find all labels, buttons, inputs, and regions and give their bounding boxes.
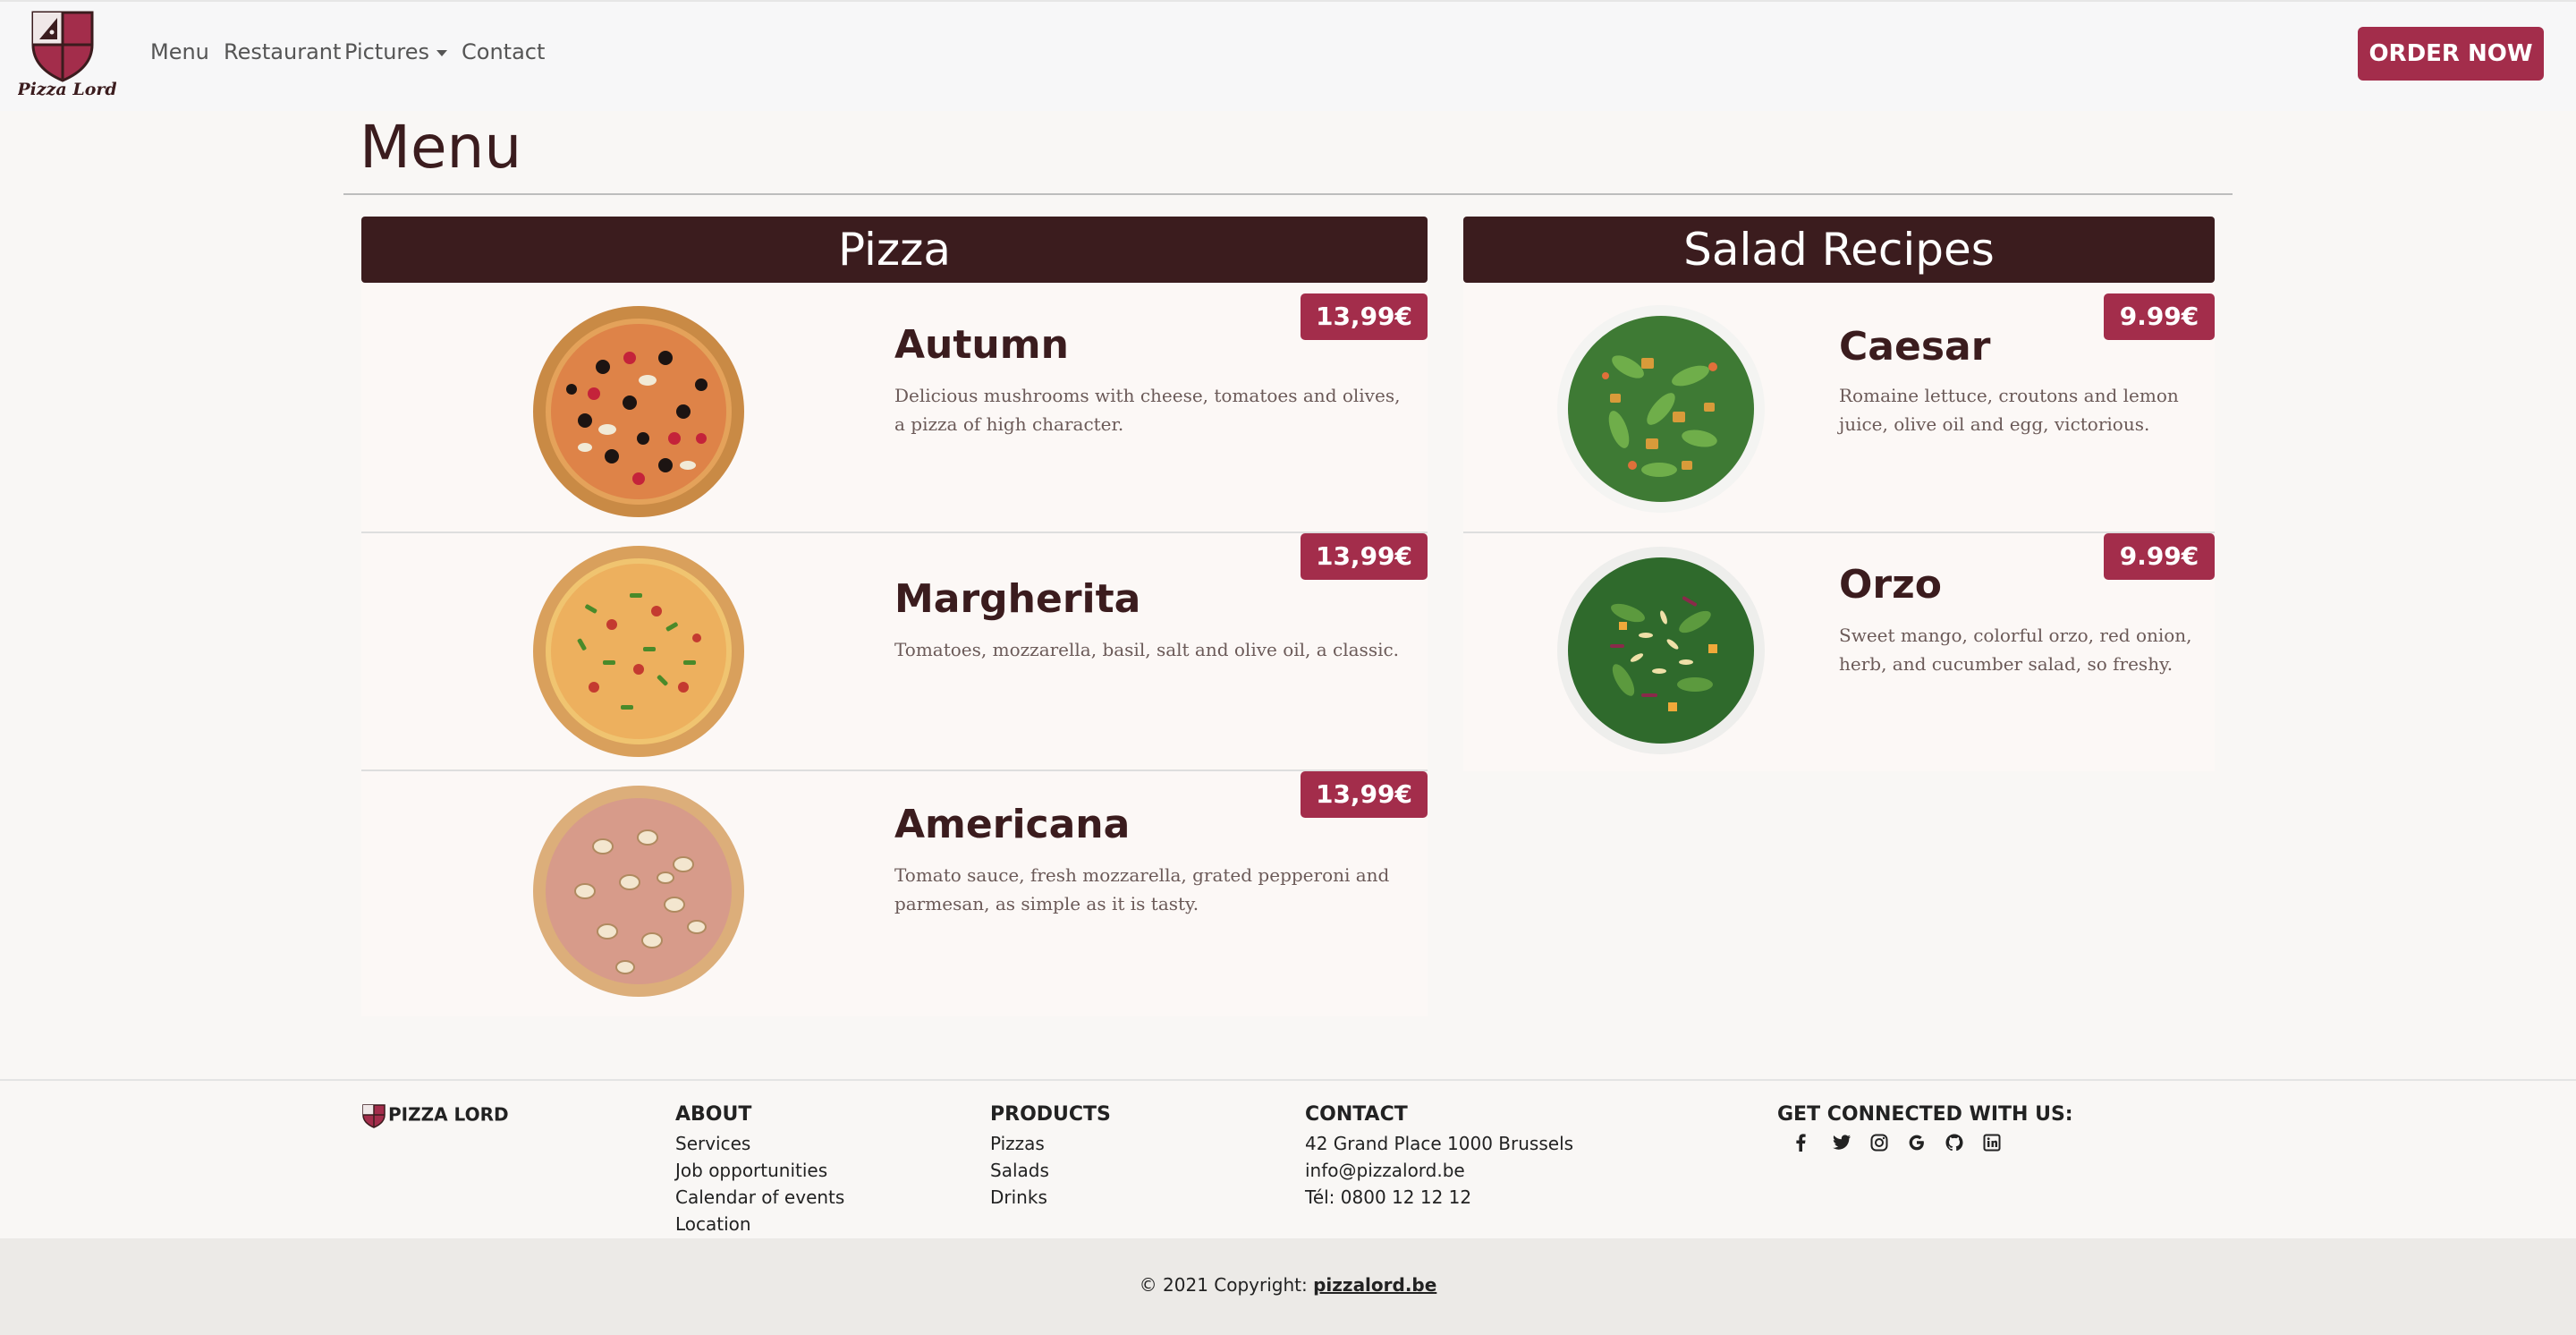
instagram-icon[interactable]	[1868, 1131, 1891, 1154]
footer-link-calendar-of-events[interactable]: Calendar of events	[675, 1186, 844, 1208]
shield-logo-icon	[361, 1103, 386, 1128]
footer-phone[interactable]: Tél: 0800 12 12 12	[1305, 1186, 1471, 1208]
linkedin-icon[interactable]	[1980, 1131, 2004, 1154]
autumn-pizza-image	[531, 304, 746, 519]
footer-about-heading: ABOUT	[675, 1103, 752, 1126]
footer-link-services[interactable]: Services	[675, 1133, 750, 1154]
autumn-price-badge: 13,99€	[1301, 293, 1428, 340]
americana-name: Americana	[894, 802, 1131, 847]
copyright-link[interactable]: pizzalord.be	[1313, 1274, 1436, 1296]
footer-social-heading: GET CONNECTED WITH US:	[1777, 1103, 2073, 1126]
facebook-icon[interactable]	[1789, 1131, 1812, 1154]
caesar-name: Caesar	[1839, 324, 1991, 370]
github-icon[interactable]	[1943, 1131, 1966, 1154]
twitter-icon[interactable]	[1830, 1131, 1853, 1154]
nav-restaurant-link[interactable]: Restaurant	[224, 39, 341, 64]
orzo-description: Sweet mango, colorful orzo, red onion, h…	[1839, 625, 2192, 675]
page-title: Menu	[360, 113, 522, 182]
caesar-description: Romaine lettuce, croutons and lemon juic…	[1839, 385, 2179, 435]
footer-brand-name: PIZZA LORD	[388, 1103, 509, 1126]
navbar: Pizza Lord Menu Restaurant Pictures Cont…	[0, 0, 2576, 111]
americana-price-badge: 13,99€	[1301, 771, 1428, 818]
autumn-description: Delicious mushrooms with cheese, tomatoe…	[894, 385, 1401, 435]
americana-description: Tomato sauce, fresh mozzarella, grated p…	[894, 864, 1390, 914]
americana-pizza-image	[531, 784, 746, 999]
chevron-down-icon	[436, 49, 448, 56]
footer-link-job-opportunities[interactable]: Job opportunities	[675, 1160, 827, 1181]
google-icon[interactable]	[1905, 1131, 1928, 1154]
margherita-name: Margherita	[894, 576, 1141, 622]
margherita-description: Tomatoes, mozzarella, basil, salt and ol…	[894, 639, 1400, 660]
footer-link-drinks[interactable]: Drinks	[990, 1186, 1047, 1208]
caesar-salad-image	[1556, 304, 1766, 514]
nav-pictures-label: Pictures	[344, 39, 430, 64]
caesar-price-badge: 9.99€	[2104, 293, 2215, 340]
margherita-price-badge: 13,99€	[1301, 533, 1428, 580]
pizza-section-heading: Pizza	[361, 217, 1428, 283]
salad-section-heading: Salad Recipes	[1463, 217, 2215, 283]
footer-brand[interactable]: PIZZA LORD	[361, 1103, 509, 1128]
footer-contact-heading: CONTACT	[1305, 1103, 1408, 1126]
orzo-salad-image	[1556, 546, 1766, 755]
copyright: © 2021 Copyright: pizzalord.be	[0, 1274, 2576, 1296]
order-now-button[interactable]: ORDER NOW	[2358, 27, 2544, 81]
nav-menu-link[interactable]: Menu	[150, 39, 209, 64]
svg-text:Pizza Lord: Pizza Lord	[18, 80, 116, 98]
margherita-pizza-image	[531, 544, 746, 759]
copyright-text: © 2021 Copyright:	[1139, 1274, 1308, 1296]
orzo-name: Orzo	[1839, 562, 1942, 608]
footer-link-pizzas[interactable]: Pizzas	[990, 1133, 1045, 1154]
autumn-name: Autumn	[894, 322, 1069, 368]
pizza-lord-logo[interactable]: Pizza Lord	[16, 9, 117, 99]
nav-pictures-dropdown[interactable]: Pictures	[344, 39, 448, 64]
footer-address: 42 Grand Place 1000 Brussels	[1305, 1133, 1574, 1154]
nav-contact-link[interactable]: Contact	[462, 39, 545, 64]
orzo-price-badge: 9.99€	[2104, 533, 2215, 580]
title-divider	[343, 193, 2233, 195]
footer-email[interactable]: info@pizzalord.be	[1305, 1160, 1465, 1181]
footer-link-salads[interactable]: Salads	[990, 1160, 1049, 1181]
footer-products-heading: PRODUCTS	[990, 1103, 1111, 1126]
footer-link-location[interactable]: Location	[675, 1213, 751, 1235]
